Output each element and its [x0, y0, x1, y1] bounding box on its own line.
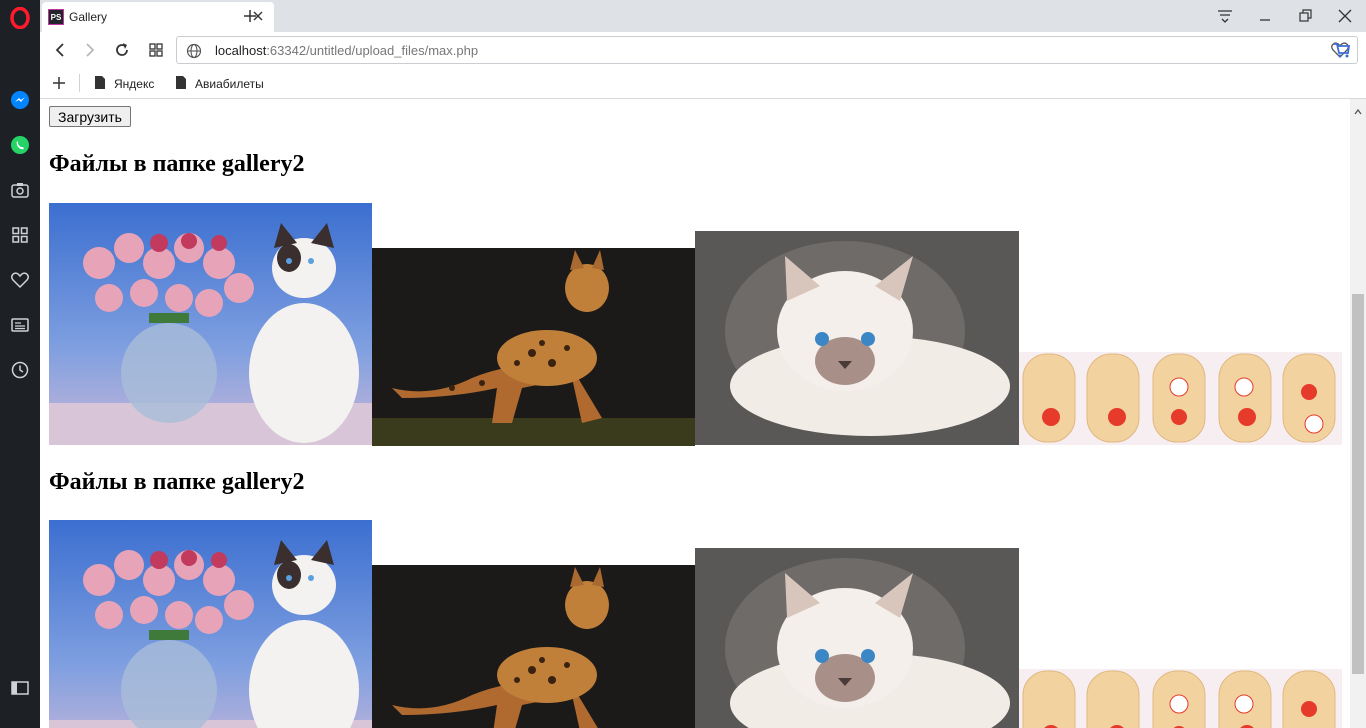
bookmark-aviabilety[interactable]: Авиабилеты [175, 75, 264, 93]
tabs-overview-icon[interactable] [146, 40, 166, 60]
bookmarks-bar: Яндекс Авиабилеты [40, 68, 1366, 99]
cart-icon[interactable] [1332, 40, 1352, 60]
page-content: Загрузить Файлы в папке gallery2 Файлы в… [40, 99, 1350, 728]
forward-icon[interactable] [80, 40, 100, 60]
opera-logo-icon[interactable] [8, 6, 32, 30]
whatsapp-icon[interactable] [8, 133, 32, 157]
image-nail-art-flowers [1019, 669, 1342, 728]
reload-icon[interactable] [112, 40, 132, 60]
messenger-icon[interactable] [8, 88, 32, 112]
bookmark-yandex[interactable]: Яндекс [94, 75, 154, 93]
heart-icon[interactable] [8, 268, 32, 292]
page-icon [94, 75, 106, 93]
close-window-icon[interactable] [1335, 6, 1355, 26]
url-text: localhost:63342/untitled/upload_files/ma… [215, 43, 479, 58]
image-birman-cat [695, 548, 1019, 728]
history-icon[interactable] [8, 358, 32, 382]
image-bengal-cat [372, 248, 695, 446]
speed-dial-icon[interactable] [8, 223, 32, 247]
sidebar [0, 0, 40, 728]
section-heading: Файлы в папке gallery2 [49, 469, 305, 495]
page-scrollbar[interactable] [1350, 99, 1366, 728]
back-icon[interactable] [50, 40, 70, 60]
url-field[interactable]: localhost:63342/untitled/upload_files/ma… [176, 36, 1358, 64]
bookmarks-divider [79, 74, 80, 92]
add-bookmark-icon[interactable] [50, 74, 68, 97]
camera-icon[interactable] [8, 178, 32, 202]
news-icon[interactable] [8, 313, 32, 337]
image-bengal-cat [372, 565, 695, 728]
page-icon [175, 75, 187, 93]
minimize-icon[interactable] [1255, 6, 1275, 26]
image-nail-art-flowers [1019, 352, 1342, 445]
scrollbar-thumb[interactable] [1352, 294, 1364, 674]
tab-bar: PS Gallery [40, 0, 1366, 32]
sidebar-toggle-icon[interactable] [8, 676, 32, 700]
scroll-up-icon[interactable] [1354, 102, 1362, 120]
section-heading: Файлы в папке gallery2 [49, 151, 305, 177]
bookmark-label: Авиабилеты [195, 77, 264, 91]
phpstorm-favicon: PS [48, 9, 64, 25]
bookmark-label: Яндекс [114, 77, 155, 91]
tab-title: Gallery [69, 10, 108, 24]
restore-icon[interactable] [1295, 6, 1315, 26]
tab-menu-icon[interactable] [1215, 6, 1235, 26]
image-cat-with-tulips [49, 520, 372, 728]
image-cat-with-tulips [49, 203, 372, 445]
address-bar: localhost:63342/untitled/upload_files/ma… [40, 32, 1366, 68]
image-birman-cat [695, 231, 1019, 445]
new-tab-icon[interactable] [240, 6, 260, 26]
globe-icon [186, 43, 202, 64]
upload-button[interactable]: Загрузить [49, 106, 131, 127]
